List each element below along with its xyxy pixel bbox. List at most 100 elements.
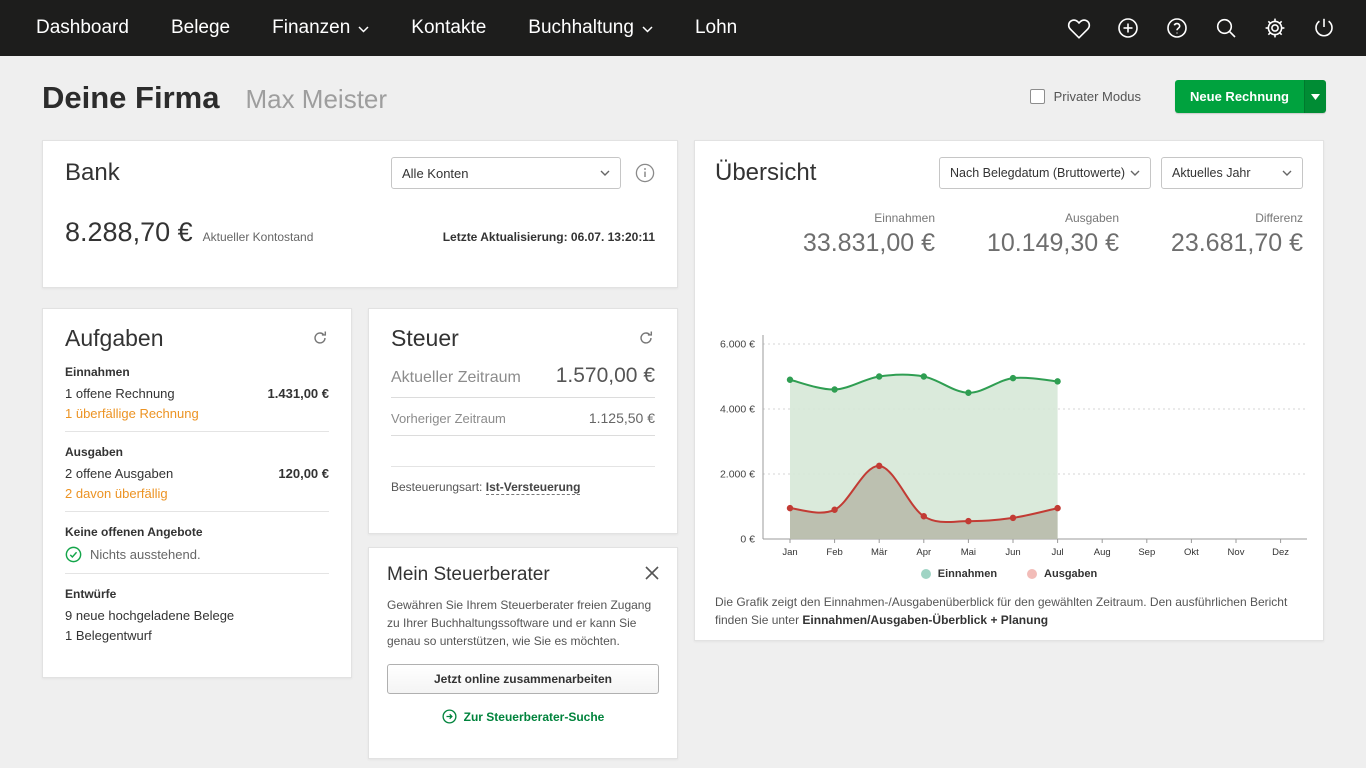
favorites-heart-icon[interactable] [1067,16,1091,40]
offers-status-row: Nichts ausstehend. [65,546,329,563]
overview-period-select[interactable]: Aktuelles Jahr [1161,157,1303,189]
svg-text:Okt: Okt [1184,547,1199,558]
bank-balance: 8.288,70 € [65,217,193,247]
tax-previous-value: 1.125,50 € [588,410,655,426]
open-invoice-amount: 1.431,00 € [267,386,329,401]
svg-text:Apr: Apr [916,547,931,558]
stat-einnahmen-value: 33.831,00 € [802,229,935,257]
overdue-invoice-link[interactable]: 1 überfällige Rechnung [65,406,329,421]
chevron-down-icon [1282,170,1292,176]
close-icon[interactable] [645,566,659,585]
overview-mode-selected-value: Nach Belegdatum (Bruttowerte) [950,166,1126,180]
legend-ausgaben-swatch [1027,569,1038,579]
overview-period-selected-value: Aktuelles Jahr [1172,166,1251,180]
power-logout-icon[interactable] [1312,16,1336,40]
tax-previous-row: Vorheriger Zeitraum 1.125,50 € [391,398,655,436]
svg-text:0 €: 0 € [740,534,755,546]
svg-text:Jun: Jun [1005,547,1020,558]
draft-voucher-link[interactable]: 1 Belegentwurf [65,628,329,643]
refresh-icon[interactable] [637,329,655,352]
chevron-down-icon [358,26,369,33]
private-mode-toggle[interactable]: Privater Modus [1029,89,1142,104]
tax-current-row: Aktueller Zeitraum 1.570,00 € [391,352,655,398]
stat-ausgaben: Ausgaben 10.149,30 € [957,211,1119,258]
stat-einnahmen: Einnahmen 33.831,00 € [773,211,935,258]
nav-finanzen-label: Finanzen [272,17,351,38]
overview-mode-select[interactable]: Nach Belegdatum (Bruttowerte) [939,157,1151,189]
check-circle-icon [65,546,82,563]
tax-current-value: 1.570,00 € [555,364,655,387]
chevron-down-icon [600,170,610,176]
divider [65,573,329,574]
nav-belege[interactable]: Belege [171,17,230,39]
private-mode-checkbox[interactable] [1029,89,1045,104]
svg-text:Feb: Feb [826,547,842,558]
legend-einnahmen: Einnahmen [920,568,997,580]
open-expenses-amount: 120,00 € [278,466,329,481]
svg-text:Jan: Jan [782,547,797,558]
nav-finanzen[interactable]: Finanzen [272,17,369,39]
svg-text:Mai: Mai [961,547,976,558]
overview-chart-svg: 0 € 2.000 € 4.000 € 6.000 € Jan Feb Mär Apr Mai J… [720,335,1307,558]
tax-card: Steuer Aktueller Zeitraum 1.570,00 € Vor… [368,308,678,534]
chart-footnote: Die Grafik zeigt den Einnahmen-/Ausgaben… [715,593,1305,629]
nav-lohn[interactable]: Lohn [695,17,737,39]
tax-title: Steuer [391,325,459,351]
tasks-drafts-header: Entwürfe [65,587,117,601]
draft-receipts-link[interactable]: 9 neue hochgeladene Belege [65,608,329,623]
overview-stats: Einnahmen 33.831,00 € Ausgaben 10.149,30… [715,211,1303,258]
legend-ausgaben-label: Ausgaben [1044,568,1098,580]
bank-last-update: Letzte Aktualisierung: 06.07. 13:20:11 [442,230,655,244]
legend-einnahmen-swatch [920,569,931,579]
new-invoice-button[interactable]: Neue Rechnung [1175,80,1304,113]
private-mode-label: Privater Modus [1053,89,1142,104]
nav-buchhaltung[interactable]: Buchhaltung [528,17,653,39]
svg-text:Dez: Dez [1272,547,1289,558]
info-icon[interactable] [635,163,655,183]
tax-type-row: Besteuerungsart: Ist-Versteuerung [391,466,655,495]
tasks-income-header: Einnahmen [65,365,130,379]
tax-type-link[interactable]: Ist-Versteuerung [485,480,581,495]
caret-down-icon [1311,93,1320,100]
nav-kontakte[interactable]: Kontakte [411,17,486,39]
overdue-expenses-link[interactable]: 2 davon überfällig [65,486,329,501]
nav-dashboard[interactable]: Dashboard [36,17,129,39]
stat-ausgaben-label: Ausgaben [1064,211,1119,225]
tax-current-label: Aktueller Zeitraum [391,369,521,386]
chevron-down-icon [1130,170,1140,176]
advisor-title: Mein Steuerberater [387,564,550,585]
new-invoice-dropdown-button[interactable] [1304,80,1326,113]
report-link[interactable]: Einnahmen/Ausgaben-Überblick + Planung [802,613,1048,627]
stat-differenz-value: 23.681,70 € [1170,229,1303,257]
open-expenses-row[interactable]: 2 offene Ausgaben 120,00 € [65,466,329,481]
help-circle-icon[interactable] [1165,16,1189,40]
open-invoice-label: 1 offene Rechnung [65,386,175,401]
refresh-icon[interactable] [311,329,329,352]
stat-differenz: Differenz 23.681,70 € [1141,211,1303,258]
tax-previous-label: Vorheriger Zeitraum [391,411,506,426]
svg-text:Nov: Nov [1228,547,1245,558]
tasks-expenses-header: Ausgaben [65,445,124,459]
nav-icons [1067,16,1336,40]
overview-card: Übersicht Nach Belegdatum (Bruttowerte) … [694,140,1324,641]
stat-ausgaben-value: 10.149,30 € [986,229,1119,257]
advisor-search-link-label: Zur Steuerberater-Suche [463,709,605,724]
svg-text:2.000 €: 2.000 € [720,469,755,481]
bank-card: Bank Alle Konten 8.288,70 € Aktueller Ko… [42,140,678,288]
divider [65,511,329,512]
tax-advisor-card: Mein Steuerberater Gewähren Sie Ihrem St… [368,547,678,759]
advisor-search-link[interactable]: Zur Steuerberater-Suche [387,709,659,724]
svg-text:6.000 €: 6.000 € [720,339,755,351]
legend-ausgaben: Ausgaben [1027,568,1097,580]
settings-gear-icon[interactable] [1263,16,1287,40]
bank-account-select[interactable]: Alle Konten [391,157,621,189]
collaborate-online-button[interactable]: Jetzt online zusammenarbeiten [387,664,659,694]
company-name: Deine Firma [42,80,220,115]
chevron-down-icon [642,26,653,33]
top-navigation: Dashboard Belege Finanzen Kontakte Buchh… [0,0,1366,56]
open-invoice-row[interactable]: 1 offene Rechnung 1.431,00 € [65,386,329,401]
search-icon[interactable] [1214,16,1238,40]
add-plus-circle-icon[interactable] [1116,16,1140,40]
stat-einnahmen-label: Einnahmen [874,211,935,225]
bank-account-selected-value: Alle Konten [402,165,469,181]
